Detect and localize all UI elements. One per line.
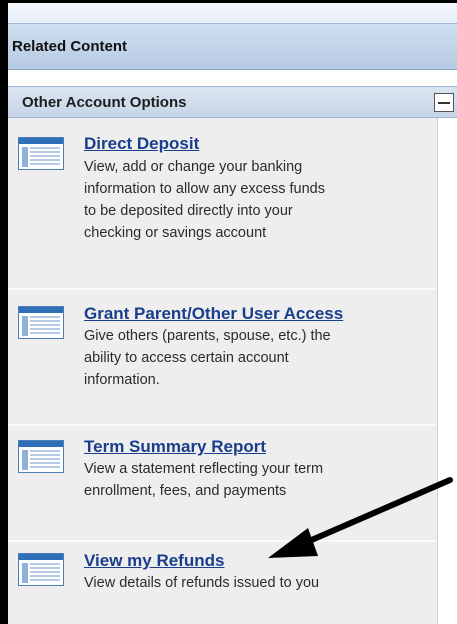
term-summary-link[interactable]: Term Summary Report — [84, 437, 266, 457]
list-item-grant-access: Grant Parent/Other User Access Give othe… — [8, 290, 437, 424]
page-list-icon — [18, 440, 64, 473]
desc-line: enrollment, fees, and payments — [84, 483, 287, 499]
section-title: Other Account Options — [22, 94, 187, 111]
term-summary-description: View a statement reflecting your term en… — [84, 458, 429, 502]
page-list-icon — [18, 553, 64, 586]
direct-deposit-link[interactable]: Direct Deposit — [84, 134, 199, 154]
view-refunds-description: View details of refunds issued to you — [84, 572, 429, 594]
header-title: Related Content — [12, 38, 128, 55]
desc-line: checking or savings account — [84, 225, 267, 241]
desc-line: View a statement reflecting your term — [84, 461, 324, 477]
desc-line: information to allow any excess funds — [84, 181, 325, 197]
page-list-icon — [18, 137, 64, 170]
minus-box-icon[interactable] — [434, 93, 454, 112]
grant-access-link[interactable]: Grant Parent/Other User Access — [84, 304, 343, 324]
desc-line: ability to access certain account — [84, 350, 289, 366]
list-item-direct-deposit: Direct Deposit View, add or change your … — [8, 118, 437, 288]
desc-line: to be deposited directly into your — [84, 203, 293, 219]
other-account-options-header: Other Account Options — [8, 86, 457, 118]
desc-line: View, add or change your banking — [84, 159, 303, 175]
view-refunds-link[interactable]: View my Refunds — [84, 551, 224, 571]
options-panel: Direct Deposit View, add or change your … — [8, 118, 438, 624]
grant-access-description: Give others (parents, spouse, etc.) the … — [84, 325, 429, 391]
related-content-header: Related Content — [8, 23, 457, 70]
top-strip — [8, 3, 457, 23]
list-item-view-refunds: View my Refunds View details of refunds … — [8, 542, 437, 624]
direct-deposit-description: View, add or change your banking informa… — [84, 156, 429, 244]
page-list-icon — [18, 306, 64, 339]
desc-line: View details of refunds issued to you — [84, 575, 320, 591]
list-item-term-summary: Term Summary Report View a statement ref… — [8, 426, 437, 540]
desc-line: Give others (parents, spouse, etc.) the — [84, 328, 331, 344]
desc-line: information. — [84, 372, 160, 388]
